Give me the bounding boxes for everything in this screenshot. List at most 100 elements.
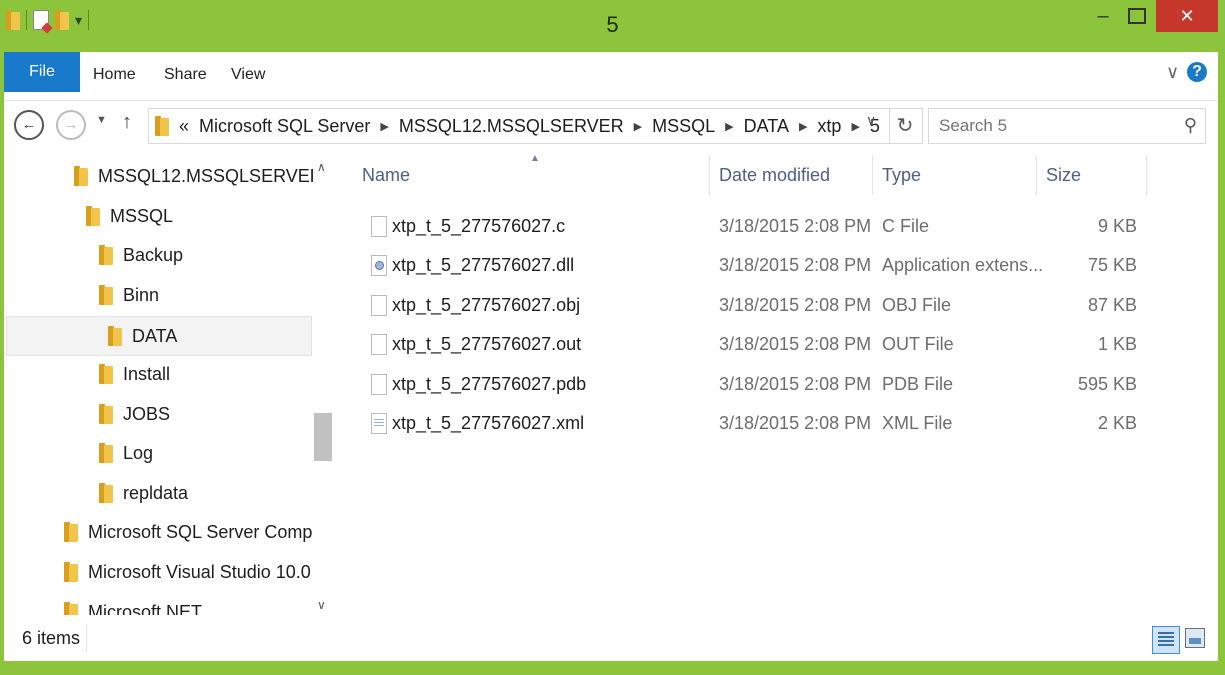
column-divider[interactable] bbox=[872, 155, 873, 195]
breadcrumb-item[interactable]: MSSQL12.MSSQLSERVER bbox=[399, 116, 624, 137]
folder-icon bbox=[99, 364, 113, 384]
tab-share[interactable]: Share bbox=[164, 66, 207, 84]
tree-item-dotnet[interactable]: Microsoft.NET bbox=[64, 593, 202, 615]
scroll-down-icon[interactable]: ∨ bbox=[317, 598, 326, 612]
sort-ascending-icon: ▲ bbox=[530, 153, 540, 164]
file-type: PDB File bbox=[882, 374, 954, 394]
tree-item-mssql12[interactable]: MSSQL12.MSSQLSERVER bbox=[74, 157, 323, 195]
search-icon[interactable]: ⚲ bbox=[1184, 115, 1197, 136]
file-row[interactable]: xtp_t_5_277576027.out 3/18/2015 2:08 PM … bbox=[349, 326, 1149, 364]
breadcrumb-item[interactable]: MSSQL bbox=[652, 116, 715, 137]
scrollbar-thumb[interactable] bbox=[314, 413, 332, 461]
file-type: OUT File bbox=[882, 334, 954, 354]
refresh-button[interactable]: ↻ bbox=[888, 108, 923, 144]
tab-file[interactable]: File bbox=[4, 52, 80, 92]
window-title: 5 bbox=[606, 12, 619, 37]
file-name: xtp_t_5_277576027.xml bbox=[392, 413, 585, 433]
file-row[interactable]: xtp_t_5_277576027.xml 3/18/2015 2:08 PM … bbox=[349, 405, 1149, 443]
tree-item-label: MSSQL bbox=[110, 205, 174, 226]
file-row[interactable]: xtp_t_5_277576027.c 3/18/2015 2:08 PM C … bbox=[349, 208, 1149, 246]
title-bar: ▾ 5 – ✕ bbox=[0, 0, 1225, 52]
chevron-right-icon[interactable]: ▶ bbox=[799, 120, 807, 133]
navigation-pane: MSSQL12.MSSQLSERVER MSSQL Backup Binn DA… bbox=[4, 155, 333, 615]
tree-item-label: Install bbox=[123, 363, 171, 384]
navigation-pane-scrollbar[interactable]: ∧ ∨ bbox=[313, 158, 333, 614]
tree-item-label: JOBS bbox=[123, 403, 171, 424]
file-row[interactable]: xtp_t_5_277576027.obj 3/18/2015 2:08 PM … bbox=[349, 287, 1149, 325]
forward-button[interactable]: → bbox=[56, 110, 86, 140]
file-date-modified: 3/18/2015 2:08 PM bbox=[719, 413, 872, 433]
column-divider[interactable] bbox=[1036, 155, 1037, 195]
file-row[interactable]: xtp_t_5_277576027.pdb 3/18/2015 2:08 PM … bbox=[349, 366, 1149, 404]
tree-item-sql-server-compact[interactable]: Microsoft SQL Server Compact bbox=[64, 513, 333, 551]
large-icons-view-icon[interactable] bbox=[1185, 628, 1205, 648]
breadcrumb-overflow[interactable]: « bbox=[179, 116, 189, 137]
tree-item-backup[interactable]: Backup bbox=[99, 236, 183, 274]
expand-ribbon-icon[interactable]: ∨ bbox=[1166, 62, 1179, 83]
search-box[interactable]: ⚲ bbox=[928, 108, 1206, 144]
chevron-right-icon[interactable]: ▶ bbox=[851, 120, 859, 133]
details-view-icon[interactable] bbox=[1152, 626, 1180, 654]
file-name: xtp_t_5_277576027.c bbox=[392, 216, 566, 236]
close-button[interactable]: ✕ bbox=[1156, 0, 1218, 32]
folder-icon bbox=[64, 522, 78, 542]
tree-item-visual-studio[interactable]: Microsoft Visual Studio 10.0 bbox=[64, 553, 311, 591]
item-count: 6 items bbox=[22, 628, 81, 648]
back-button[interactable]: ← bbox=[14, 110, 44, 140]
file-size: 9 KB bbox=[1097, 216, 1137, 236]
tree-item-install[interactable]: Install bbox=[99, 355, 170, 393]
tree-item-label: DATA bbox=[132, 325, 178, 346]
tab-home[interactable]: Home bbox=[93, 66, 136, 84]
breadcrumb-item[interactable]: xtp bbox=[817, 116, 841, 137]
tree-item-data[interactable]: DATA bbox=[6, 316, 312, 356]
folder-icon bbox=[99, 285, 113, 305]
status-divider bbox=[86, 624, 87, 652]
recent-locations-dropdown-icon[interactable]: ▼ bbox=[96, 114, 107, 126]
chevron-right-icon[interactable]: ▶ bbox=[380, 120, 388, 133]
column-header-size[interactable]: Size bbox=[1046, 155, 1081, 195]
tree-item-log[interactable]: Log bbox=[99, 434, 153, 472]
file-date-modified: 3/18/2015 2:08 PM bbox=[719, 374, 872, 394]
tab-view[interactable]: View bbox=[231, 66, 265, 84]
tree-item-repldata[interactable]: repldata bbox=[99, 474, 188, 512]
minimize-button[interactable]: – bbox=[1090, 0, 1116, 32]
column-header-name[interactable]: Name bbox=[362, 155, 410, 195]
folder-icon bbox=[99, 443, 113, 463]
breadcrumb-item[interactable]: Microsoft SQL Server bbox=[199, 116, 370, 137]
scroll-up-icon[interactable]: ∧ bbox=[317, 160, 326, 174]
address-history-dropdown-icon[interactable]: ∨ bbox=[866, 112, 876, 129]
tree-item-label: Microsoft.NET bbox=[88, 601, 203, 616]
pdb-file-icon bbox=[371, 374, 387, 395]
tree-item-label: repldata bbox=[123, 482, 189, 503]
file-size: 87 KB bbox=[1087, 295, 1137, 315]
column-divider[interactable] bbox=[1146, 155, 1147, 195]
explorer-window: File Home Share View ∨ ? ← → ▼ ↑ « Micro… bbox=[4, 52, 1218, 661]
folder-icon bbox=[108, 326, 122, 346]
file-size: 595 KB bbox=[1077, 374, 1137, 394]
c-file-icon bbox=[371, 216, 387, 237]
dll-file-icon bbox=[371, 255, 387, 276]
search-input[interactable] bbox=[937, 115, 1161, 137]
column-header-type[interactable]: Type bbox=[882, 155, 921, 195]
address-bar[interactable]: « Microsoft SQL Server ▶ MSSQL12.MSSQLSE… bbox=[148, 108, 890, 144]
tree-item-mssql[interactable]: MSSQL bbox=[86, 197, 173, 235]
file-row[interactable]: xtp_t_5_277576027.dll 3/18/2015 2:08 PM … bbox=[349, 247, 1149, 285]
chevron-right-icon[interactable]: ▶ bbox=[725, 120, 733, 133]
tree-item-label: Microsoft SQL Server Compact bbox=[88, 521, 333, 542]
up-button[interactable]: ↑ bbox=[122, 111, 132, 134]
folder-icon bbox=[99, 483, 113, 503]
obj-file-icon bbox=[371, 295, 387, 316]
folder-icon bbox=[64, 562, 78, 582]
column-header-date-modified[interactable]: Date modified bbox=[719, 155, 830, 195]
chevron-right-icon[interactable]: ▶ bbox=[634, 120, 642, 133]
breadcrumb-item[interactable]: DATA bbox=[744, 116, 789, 137]
file-size: 2 KB bbox=[1097, 413, 1137, 433]
file-name: xtp_t_5_277576027.dll bbox=[392, 255, 575, 275]
folder-icon bbox=[99, 245, 113, 265]
tree-item-binn[interactable]: Binn bbox=[99, 276, 159, 314]
column-divider[interactable] bbox=[709, 155, 710, 195]
maximize-button[interactable] bbox=[1124, 0, 1150, 32]
tree-item-jobs[interactable]: JOBS bbox=[99, 395, 170, 433]
help-icon[interactable]: ? bbox=[1187, 62, 1207, 82]
file-size: 75 KB bbox=[1087, 255, 1137, 275]
